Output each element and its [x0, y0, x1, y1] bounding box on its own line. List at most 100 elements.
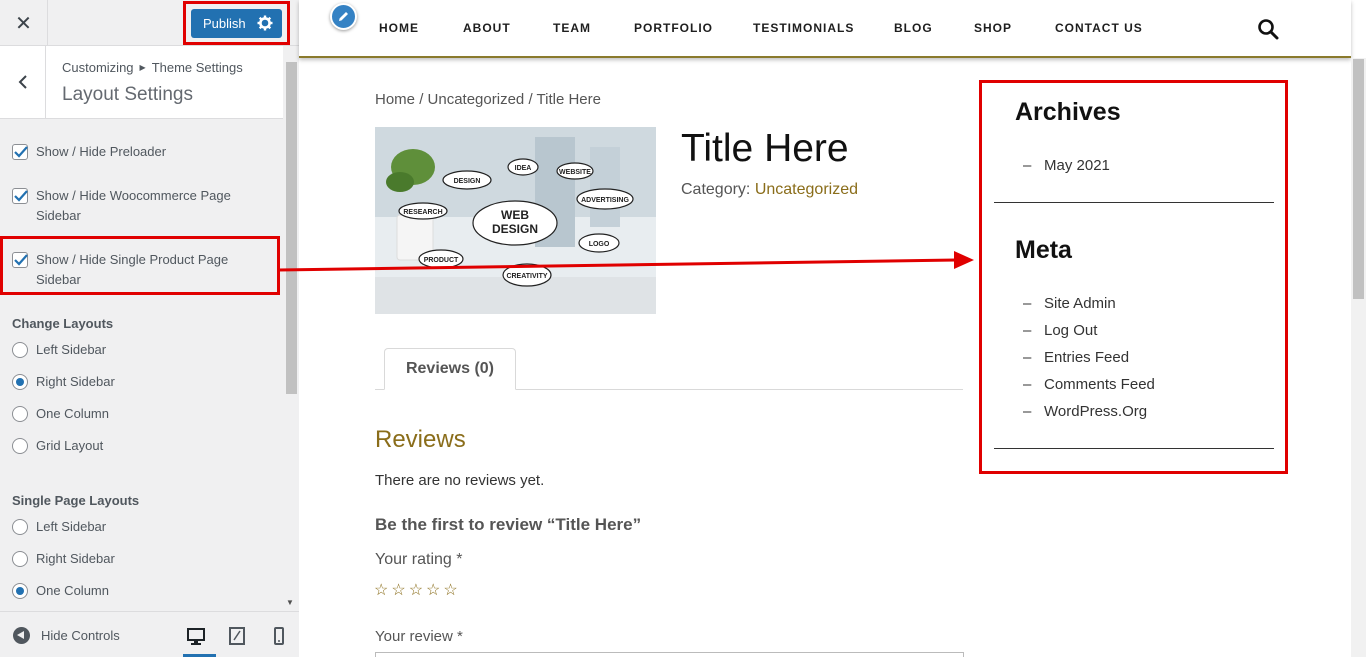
radio-label: Grid Layout	[36, 438, 104, 453]
meta-link-wordpress-org[interactable]: WordPress.Org	[1023, 403, 1147, 420]
site-preview: HOME ABOUT TEAM PORTFOLIO TESTIMONIALS B…	[299, 0, 1366, 657]
back-chevron-icon[interactable]	[0, 46, 46, 118]
image-word: RESEARCH	[403, 209, 442, 216]
radio-label: Left Sidebar	[36, 342, 107, 357]
image-word: IDEA	[515, 165, 532, 172]
archives-heading: Archives	[1015, 98, 1121, 126]
breadcrumb-current: Title Here	[536, 91, 601, 108]
nav-about[interactable]: ABOUT	[463, 21, 511, 35]
meta-link-entries-feed[interactable]: Entries Feed	[1023, 349, 1129, 366]
nav-contact-us[interactable]: CONTACT US	[1055, 21, 1143, 35]
hide-controls-label: Hide Controls	[41, 628, 120, 643]
radio-label: Right Sidebar	[36, 551, 115, 566]
image-word: LOGO	[589, 241, 610, 248]
nav-shop[interactable]: SHOP	[974, 21, 1012, 35]
star-icon[interactable]: ☆	[409, 580, 423, 600]
breadcrumb-root: Customizing	[62, 60, 134, 75]
triangle-right-icon: ▶	[139, 63, 146, 72]
publish-label: Publish	[203, 16, 246, 31]
radio-single-left-sidebar[interactable]: Left Sidebar	[12, 517, 106, 537]
preview-scrollbar-thumb[interactable]	[1353, 59, 1364, 299]
close-icon[interactable]: ✕	[0, 0, 48, 46]
product-image[interactable]: DESIGN IDEA WEBSITE RESEARCH WEB DESIGN …	[375, 127, 656, 314]
scroll-down-arrow-icon[interactable]: ▼	[286, 598, 294, 607]
nav-home[interactable]: HOME	[379, 21, 419, 35]
image-word: CREATIVITY	[506, 273, 547, 280]
archive-link[interactable]: May 2021	[1023, 157, 1110, 174]
image-word: PRODUCT	[424, 257, 459, 264]
radio-left-sidebar[interactable]: Left Sidebar	[12, 340, 106, 360]
search-icon[interactable]	[1257, 18, 1279, 40]
breadcrumb-home[interactable]: Home	[375, 91, 415, 108]
first-review-heading: Be the first to review “Title Here”	[375, 515, 642, 534]
checkbox-preloader[interactable]: Show / Hide Preloader	[12, 142, 166, 162]
radio-label: Left Sidebar	[36, 519, 107, 534]
radio-right-sidebar[interactable]: Right Sidebar	[12, 372, 115, 392]
reviews-heading: Reviews	[375, 426, 466, 453]
collapse-arrow-icon	[13, 627, 30, 644]
breadcrumb-section: Theme Settings	[151, 60, 243, 75]
tab-reviews[interactable]: Reviews (0)	[384, 348, 516, 390]
checkbox-label: Show / Hide Woocommerce Page Sidebar	[36, 186, 231, 226]
publish-button[interactable]: Publish	[191, 9, 282, 38]
no-reviews-text: There are no reviews yet.	[375, 472, 545, 489]
nav-blog[interactable]: BLOG	[894, 21, 933, 35]
radio-single-one-column[interactable]: One Column	[12, 581, 109, 601]
customizer-window: ✕ Publish Customizing ▶ Theme Settings L…	[0, 0, 1366, 657]
nav-team[interactable]: TEAM	[553, 21, 591, 35]
sidebar-scrollbar-thumb[interactable]	[286, 62, 297, 394]
preview-scrollbar[interactable]	[1351, 58, 1366, 657]
radio-label: One Column	[36, 583, 109, 598]
meta-link-site-admin[interactable]: Site Admin	[1023, 295, 1116, 312]
desktop-icon[interactable]	[185, 625, 207, 647]
radio-grid-layout[interactable]: Grid Layout	[12, 436, 103, 456]
category-label: Category:	[681, 181, 751, 198]
radio-one-column[interactable]: One Column	[12, 404, 109, 424]
radio-icon[interactable]	[12, 438, 28, 454]
nav-testimonials[interactable]: TESTIMONIALS	[753, 21, 854, 35]
gear-icon[interactable]	[257, 15, 273, 31]
sidebar-scrollbar[interactable]	[283, 46, 299, 611]
review-label: Your review *	[375, 628, 463, 645]
single-product-highlight-box	[0, 236, 280, 295]
radio-label: Right Sidebar	[36, 374, 115, 389]
breadcrumb-separator: /	[528, 91, 533, 108]
image-word: DESIGN	[454, 178, 481, 185]
rating-label: Your rating *	[375, 551, 463, 568]
radio-single-right-sidebar[interactable]: Right Sidebar	[12, 549, 115, 569]
section-header: Customizing ▶ Theme Settings Layout Settin…	[0, 46, 283, 119]
radio-icon[interactable]	[12, 551, 28, 567]
tablet-icon[interactable]	[226, 625, 248, 647]
product-category: Category: Uncategorized	[681, 181, 858, 199]
product-title: Title Here	[681, 127, 849, 170]
checkbox-checked-icon[interactable]	[12, 144, 28, 160]
mobile-icon[interactable]	[268, 625, 290, 647]
checkbox-checked-icon[interactable]	[12, 188, 28, 204]
checkbox-woocommerce-sidebar[interactable]: Show / Hide Woocommerce Page Sidebar	[12, 186, 231, 226]
category-link[interactable]: Uncategorized	[755, 181, 858, 198]
star-icon[interactable]: ☆	[391, 580, 405, 600]
customizer-sidebar: ✕ Publish Customizing ▶ Theme Settings L…	[0, 0, 299, 657]
meta-link-comments-feed[interactable]: Comments Feed	[1023, 376, 1155, 393]
radio-label: One Column	[36, 406, 109, 421]
image-word: DESIGN	[492, 222, 538, 236]
radio-selected-icon[interactable]	[12, 583, 28, 599]
hide-controls-button[interactable]: Hide Controls	[13, 627, 120, 644]
meta-link-log-out[interactable]: Log Out	[1023, 322, 1098, 339]
customizer-footer: Hide Controls	[0, 611, 299, 657]
breadcrumb-separator: /	[419, 91, 424, 108]
breadcrumb-category[interactable]: Uncategorized	[428, 91, 525, 108]
radio-icon[interactable]	[12, 519, 28, 535]
star-icon[interactable]: ☆	[426, 580, 440, 600]
edit-pencil-icon[interactable]	[330, 3, 357, 30]
panel-title: Layout Settings	[62, 84, 193, 105]
radio-selected-icon[interactable]	[12, 374, 28, 390]
star-icon[interactable]: ☆	[443, 580, 457, 600]
star-icon[interactable]: ☆	[374, 580, 388, 600]
change-layouts-title: Change Layouts	[12, 316, 114, 331]
radio-icon[interactable]	[12, 406, 28, 422]
star-rating: ☆ ☆ ☆ ☆ ☆	[374, 580, 458, 600]
radio-icon[interactable]	[12, 342, 28, 358]
review-textarea[interactable]	[375, 652, 964, 657]
nav-portfolio[interactable]: PORTFOLIO	[634, 21, 713, 35]
